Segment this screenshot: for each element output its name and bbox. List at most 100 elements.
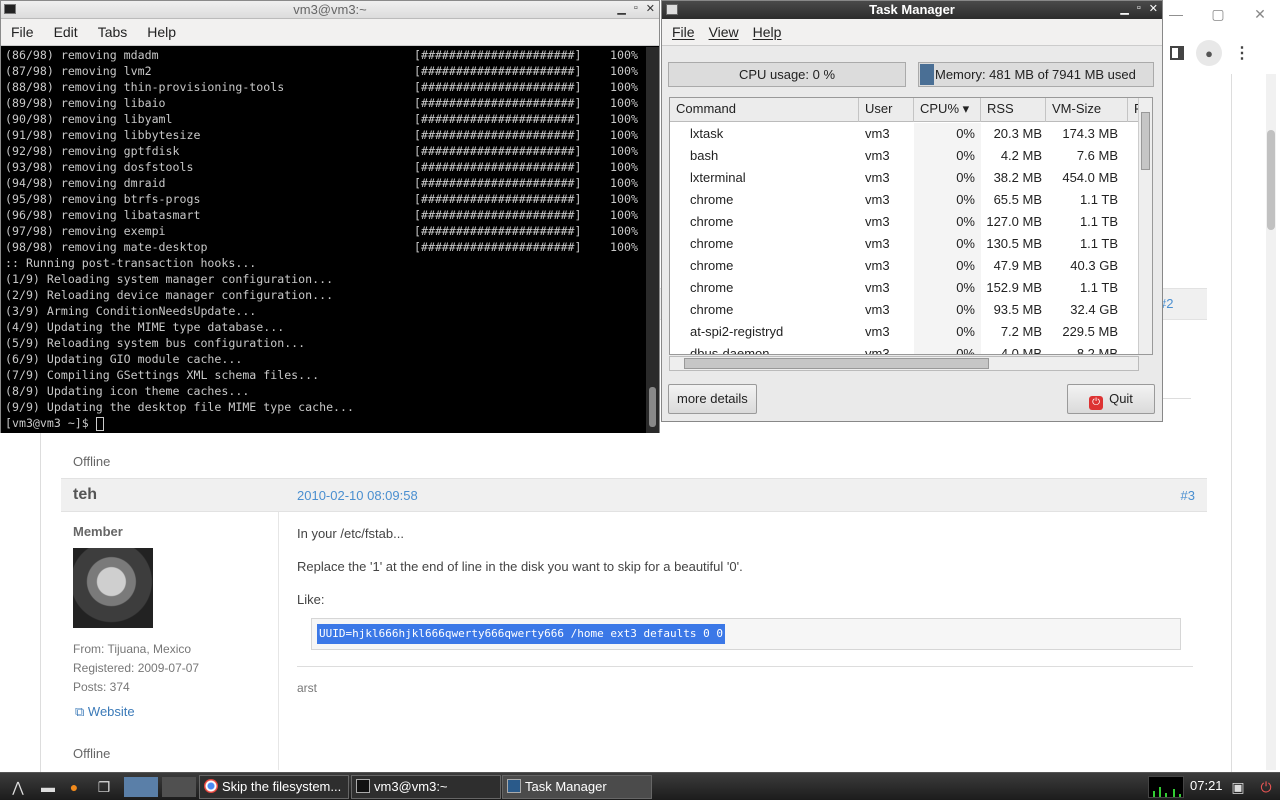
browser-toolbar: ● ⋮ (1170, 40, 1250, 66)
menu-help[interactable]: Help (147, 24, 176, 40)
process-row[interactable]: chrome vm3 0% 93.5 MB 32.4 GB (670, 299, 1128, 321)
close-icon[interactable]: ✕ (1149, 2, 1158, 15)
taskbar-task-taskmanager[interactable]: Task Manager (502, 775, 652, 799)
process-user: vm3 (865, 214, 890, 229)
menu-file[interactable]: File (11, 24, 34, 40)
hscrollbar-thumb[interactable] (684, 358, 989, 369)
page-scrollbar[interactable] (1266, 74, 1276, 770)
task-label: Task Manager (525, 779, 607, 794)
forum-post: teh 2010-02-10 08:09:58 #3 Member From: … (61, 478, 1207, 770)
menu-kebab-icon[interactable]: ⋮ (1234, 43, 1250, 63)
post-paragraph: Like: (297, 592, 325, 607)
process-row[interactable]: dbus-daemon vm3 0% 4.0 MB 8.2 MB (670, 343, 1128, 355)
page-scrollbar-thumb[interactable] (1267, 130, 1275, 230)
terminal-line: (6/9) Updating GIO module cache... (5, 352, 243, 366)
process-row[interactable]: lxterminal vm3 0% 38.2 MB 454.0 MB (670, 167, 1128, 189)
maximize-icon[interactable]: ▫ (634, 2, 638, 15)
column-rss[interactable]: RSS (981, 98, 1046, 122)
firefox-icon[interactable]: ● (64, 777, 84, 797)
process-rss: 93.5 MB (993, 302, 1042, 317)
terminal-line: (86/98) removing mdadm [#################… (5, 48, 638, 62)
desktop-pager-icon[interactable] (124, 777, 158, 797)
more-details-button[interactable]: more details (668, 384, 757, 414)
side-panel-icon[interactable] (1170, 46, 1184, 60)
post-paragraph: Replace the '1' at the end of line in th… (297, 559, 743, 574)
terminal-line: (1/9) Reloading system manager configura… (5, 272, 334, 286)
post-date-link[interactable]: 2010-02-10 08:09:58 (297, 488, 418, 503)
clock[interactable]: 07:21 (1190, 778, 1223, 793)
process-row[interactable]: at-spi2-registryd vm3 0% 7.2 MB 229.5 MB (670, 321, 1128, 343)
minimize-icon[interactable]: ▁ (1120, 2, 1128, 15)
minimize-icon[interactable]: ▁ (617, 2, 625, 15)
process-row[interactable]: lxtask vm3 0% 20.3 MB 174.3 MB (670, 123, 1128, 145)
terminal-titlebar[interactable]: vm3@vm3:~ ▁ ▫ ✕ (1, 1, 659, 19)
taskbar-task-terminal[interactable]: vm3@vm3:~ (351, 775, 501, 799)
process-table-hscrollbar[interactable] (669, 356, 1139, 371)
file-manager-icon[interactable]: ▬ (38, 777, 58, 797)
profile-icon[interactable]: ● (1196, 40, 1222, 66)
process-table-header: Command User CPU% ▾ RSS VM-Size P (670, 98, 1140, 122)
minimize-icon[interactable]: — (1168, 6, 1184, 23)
process-table[interactable]: Command User CPU% ▾ RSS VM-Size P lxtask… (669, 97, 1153, 355)
desktop-pager-2-icon[interactable] (162, 777, 196, 797)
process-vm-size: 1.1 TB (1079, 236, 1118, 251)
lock-screen-icon[interactable]: ▣ (1228, 777, 1248, 797)
process-row[interactable]: chrome vm3 0% 127.0 MB 1.1 TB (670, 211, 1128, 233)
post-paragraph: In your /etc/fstab... (297, 526, 404, 541)
menu-help[interactable]: Help (753, 24, 782, 40)
terminal-window[interactable]: vm3@vm3:~ ▁ ▫ ✕ File Edit Tabs Help (86/… (0, 0, 660, 433)
process-command: chrome (690, 236, 734, 251)
process-cpu: 0% (914, 189, 981, 211)
maximize-icon[interactable]: ▫ (1137, 2, 1141, 15)
author-name[interactable]: teh (73, 486, 97, 504)
column-command[interactable]: Command (670, 98, 859, 122)
menu-view[interactable]: View (709, 24, 739, 40)
process-row[interactable]: chrome vm3 0% 152.9 MB 1.1 TB (670, 277, 1128, 299)
menu-tabs[interactable]: Tabs (98, 24, 128, 40)
process-user: vm3 (865, 258, 890, 273)
process-row[interactable]: chrome vm3 0% 130.5 MB 1.1 TB (670, 233, 1128, 255)
process-rss: 47.9 MB (993, 258, 1042, 273)
task-label: Skip the filesystem... (222, 779, 342, 794)
vscrollbar-thumb[interactable] (1141, 112, 1150, 170)
task-manager-window[interactable]: Task Manager ▁ ▫ ✕ File View Help CPU us… (661, 0, 1163, 422)
process-vm-size: 229.5 MB (1062, 324, 1118, 339)
maximize-icon[interactable]: ▢ (1210, 6, 1226, 23)
process-vm-size: 8.2 MB (1076, 346, 1118, 355)
terminal-output[interactable]: (86/98) removing mdadm [#################… (1, 47, 647, 433)
taskbar-task-browser[interactable]: Skip the filesystem... (199, 775, 349, 799)
shutdown-icon[interactable]: ⏻ (1256, 777, 1276, 797)
process-cpu: 0% (914, 145, 981, 167)
process-row[interactable]: chrome vm3 0% 47.9 MB 40.3 GB (670, 255, 1128, 277)
code-text-selected[interactable]: UUID=hjkl666hjkl666qwerty666qwerty666 /h… (317, 624, 725, 644)
chrome-icon (204, 779, 218, 793)
close-icon[interactable]: ✕ (1252, 6, 1268, 23)
quit-button[interactable]: ⏻ Quit (1067, 384, 1155, 414)
close-icon[interactable]: ✕ (646, 2, 655, 15)
process-cpu: 0% (914, 277, 981, 299)
column-vm-size[interactable]: VM-Size (1046, 98, 1128, 122)
menu-edit[interactable]: Edit (54, 24, 78, 40)
process-row[interactable]: bash vm3 0% 4.2 MB 7.6 MB (670, 145, 1128, 167)
terminal-scrollbar[interactable] (646, 47, 659, 433)
terminal-scrollbar-thumb[interactable] (649, 387, 656, 427)
menu-file[interactable]: File (672, 24, 695, 40)
terminal-prompt: [vm3@vm3 ~]$ (5, 416, 96, 430)
author-website-link[interactable]: ⧉ Website (75, 704, 135, 720)
column-cpu[interactable]: CPU% ▾ (914, 98, 981, 122)
task-manager-window-controls: ▁ ▫ ✕ (1120, 2, 1158, 15)
post-number-link[interactable]: #3 (1181, 488, 1195, 503)
start-menu-icon[interactable]: ⋀ (8, 777, 28, 797)
process-command: lxtask (690, 126, 724, 141)
terminal-prompt-line[interactable]: [vm3@vm3 ~]$ (5, 415, 647, 431)
terminal-line: (2/9) Reloading device manager configura… (5, 288, 334, 302)
process-row[interactable]: chrome vm3 0% 65.5 MB 1.1 TB (670, 189, 1128, 211)
task-manager-titlebar[interactable]: Task Manager ▁ ▫ ✕ (662, 1, 1162, 19)
column-user[interactable]: User (859, 98, 914, 122)
post-header: teh 2010-02-10 08:09:58 #3 (61, 478, 1207, 512)
code-block[interactable]: UUID=hjkl666hjkl666qwerty666qwerty666 /h… (311, 618, 1181, 650)
window-switcher-icon[interactable]: ❐ (94, 777, 114, 797)
process-rss: 38.2 MB (993, 170, 1042, 185)
process-table-vscrollbar[interactable] (1138, 98, 1152, 354)
process-rss: 127.0 MB (986, 214, 1042, 229)
